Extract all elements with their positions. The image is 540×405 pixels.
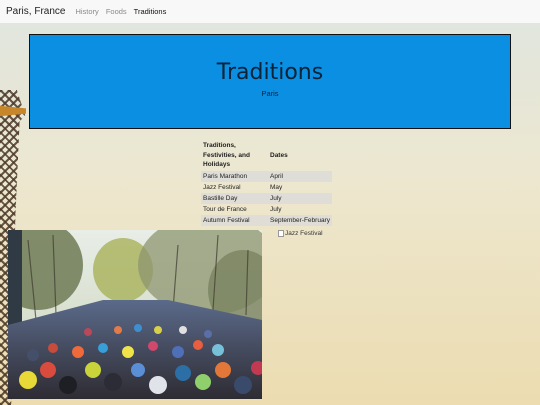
table-cell-date: July [270,205,282,213]
table-cell-tradition: Autumn Festival [201,214,268,226]
navbar: Paris, France History Foods Traditions [0,0,540,24]
broken-image-icon [278,230,284,237]
table-header-dates: Dates [270,151,288,159]
table-cell-tradition: Tour de France [203,205,247,213]
table-row: Bastille Day July [201,192,332,204]
hero-subtitle: Paris [261,89,279,98]
table-header-row: Traditions, Festivities, and Holidays Da… [201,140,332,171]
table-row: Autumn Festival September-February [201,214,332,226]
table-cell-tradition: Jazz Festival [203,183,241,191]
hero-title: Traditions [216,60,324,85]
table-cell-date: April [268,170,332,182]
table-header-traditions: Traditions, Festivities, and Holidays [203,142,250,168]
hero-banner: Traditions Paris [29,34,511,129]
traditions-table: Traditions, Festivities, and Holidays Da… [201,140,332,226]
table-cell-date: September-February [268,214,332,226]
table-cell-tradition: Paris Marathon [201,170,268,182]
jazz-festival-alt-text: Jazz Festival [285,230,323,237]
table-cell-date: July [268,192,332,204]
brand-link[interactable]: Paris, France [6,6,65,17]
table-row: Tour de France July [201,204,332,215]
table-cell-tradition: Bastille Day [201,192,268,204]
table-cell-date: May [270,183,283,191]
nav-link-traditions[interactable]: Traditions [134,7,167,16]
marathon-photo [8,230,262,399]
table-row: Paris Marathon April [201,170,332,182]
nav-link-foods[interactable]: Foods [106,7,127,16]
nav-link-history[interactable]: History [75,7,98,16]
table-row: Jazz Festival May [201,182,332,193]
jazz-festival-image: Jazz Festival [278,230,323,237]
